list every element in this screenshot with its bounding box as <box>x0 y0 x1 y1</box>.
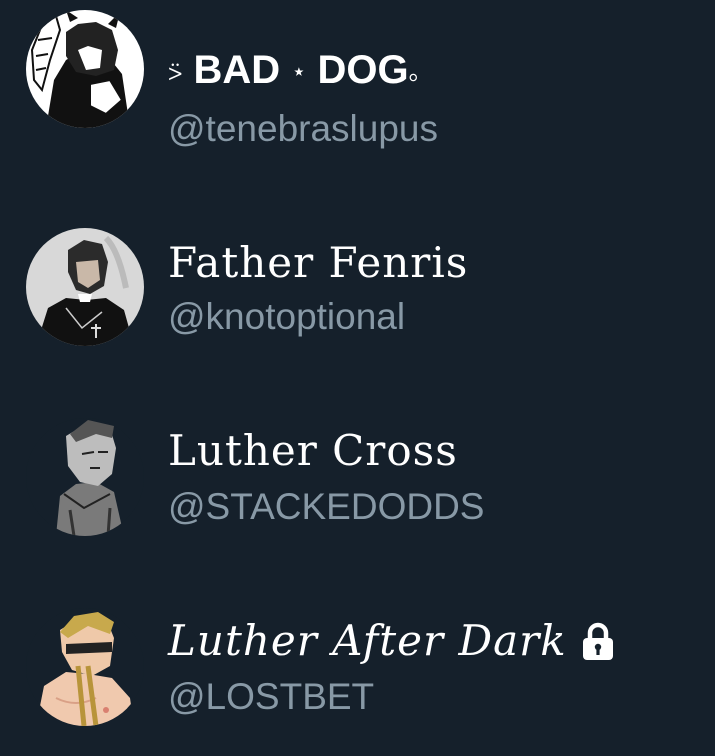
avatar[interactable] <box>26 228 144 346</box>
account-row[interactable]: Father Fenris @knotoptional <box>0 228 715 358</box>
lock-icon <box>581 621 615 668</box>
avatar[interactable] <box>26 418 144 536</box>
display-name: ⍩ BAD ⋆ DOG。 <box>168 48 433 92</box>
account-row[interactable]: ⍩ BAD ⋆ DOG。 @tenebraslupus <box>0 10 715 147</box>
account-row[interactable]: Luther After Dark @LOSTBET <box>0 608 715 738</box>
display-name: Luther Cross <box>168 426 458 475</box>
account-row[interactable]: Luther Cross @STACKEDODDS <box>0 418 715 548</box>
avatar[interactable] <box>26 608 144 726</box>
handle: @knotoptional <box>168 296 406 337</box>
avatar[interactable] <box>26 10 144 128</box>
handle: @STACKEDODDS <box>168 486 485 527</box>
display-name: Luther After Dark <box>168 620 615 668</box>
handle: @LOSTBET <box>168 676 375 717</box>
handle: @tenebraslupus <box>168 108 439 149</box>
display-name: Father Fenris <box>168 238 469 287</box>
